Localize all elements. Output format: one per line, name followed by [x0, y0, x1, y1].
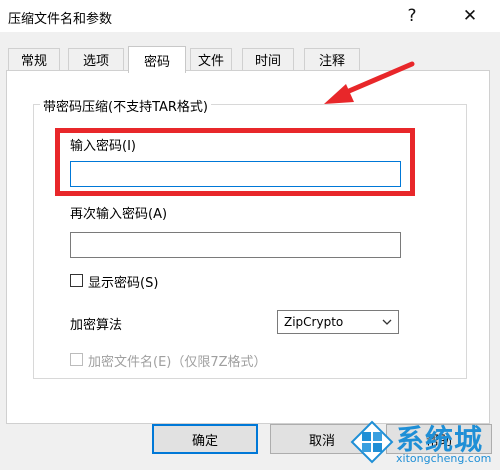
encryption-method-value: ZipCrypto	[284, 315, 344, 329]
watermark-logo-icon	[350, 420, 394, 464]
group-legend: 带密码压缩(不支持TAR格式)	[40, 96, 212, 115]
window-title: 压缩文件名和参数	[8, 12, 113, 27]
ok-button[interactable]: 确定	[152, 424, 258, 454]
reenter-password-input[interactable]	[70, 232, 401, 258]
annotation-arrow-icon	[324, 61, 415, 104]
close-icon: ✕	[462, 6, 478, 26]
close-button[interactable]: ✕	[452, 2, 488, 30]
highlight-annotation-box	[55, 128, 415, 196]
tab-time[interactable]: 时间	[242, 48, 294, 70]
reenter-password-label: 再次输入密码(A)	[70, 207, 168, 222]
chevron-down-icon	[382, 319, 392, 325]
title-bar: 压缩文件名和参数 ? ✕	[0, 0, 500, 32]
help-title-button[interactable]: ?	[394, 2, 430, 30]
tab-options[interactable]: 选项	[68, 48, 124, 70]
show-password-label[interactable]: 显示密码(S)	[88, 272, 158, 291]
encrypt-filenames-checkbox[interactable]	[70, 353, 83, 366]
question-mark-icon: ?	[407, 6, 417, 26]
encrypt-filenames-label: 加密文件名(E)（仅限7Z格式）	[88, 355, 267, 370]
encryption-method-select[interactable]: ZipCrypto	[277, 310, 399, 334]
tab-general[interactable]: 常规	[8, 48, 60, 70]
watermark-url: xitongcheng.com	[396, 452, 492, 465]
tab-files[interactable]: 文件	[190, 48, 232, 70]
watermark: 系统城 xitongcheng.com	[346, 418, 500, 470]
show-password-checkbox[interactable]	[70, 274, 83, 287]
encryption-method-label: 加密算法	[70, 318, 123, 333]
tab-password[interactable]: 密码	[128, 46, 186, 73]
